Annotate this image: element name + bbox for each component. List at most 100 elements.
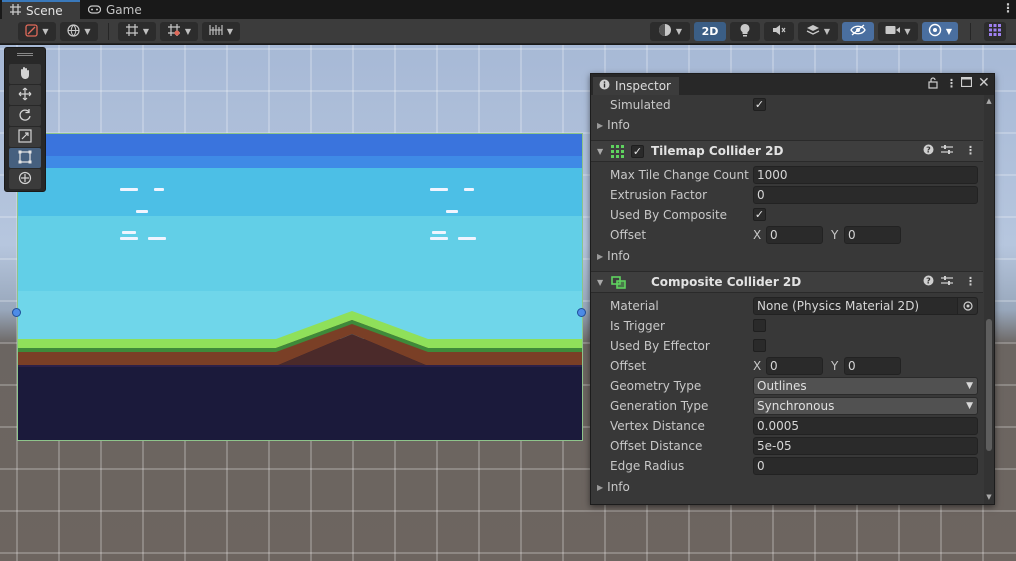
- close-icon[interactable]: ✕: [978, 75, 990, 91]
- simulated-label: Simulated: [610, 98, 671, 112]
- offset-distance-field[interactable]: 5e-05: [753, 437, 978, 455]
- terrain-hill: [18, 311, 582, 367]
- tab-inspector[interactable]: Inspector: [593, 77, 679, 95]
- svg-text:?: ?: [926, 146, 931, 155]
- hand-icon: [18, 66, 32, 83]
- lighting-button[interactable]: [730, 22, 760, 41]
- help-icon[interactable]: ?: [923, 275, 934, 289]
- scene-visibility-button[interactable]: [842, 22, 874, 41]
- help-icon[interactable]: ?: [923, 144, 934, 158]
- generation-type-row: Generation Type Synchronous ▼: [591, 396, 983, 416]
- edge-radius-field[interactable]: 0: [753, 457, 978, 475]
- tab-menu-icon[interactable]: ⋮: [1002, 0, 1014, 19]
- object-picker-icon[interactable]: [957, 298, 977, 314]
- component-menu-icon[interactable]: ⋮: [965, 275, 976, 288]
- edge-radius-label: Edge Radius: [610, 459, 685, 473]
- scrollbar-thumb[interactable]: [986, 319, 992, 451]
- tab-scene[interactable]: Scene: [2, 0, 80, 19]
- simulated-checkbox[interactable]: ✓: [753, 98, 766, 111]
- move-icon: [18, 87, 32, 104]
- rect-transform-icon: [18, 150, 32, 167]
- generation-type-label: Generation Type: [610, 399, 709, 413]
- bounds-handle-left[interactable]: [12, 308, 21, 317]
- composite-info-foldout[interactable]: ▶ Info: [591, 477, 983, 497]
- tilemap-collider-header[interactable]: ▼ ✓ Tilemap Collider 2D ? ⋮: [591, 140, 983, 162]
- shading-mode-button[interactable]: ▼: [650, 22, 690, 41]
- chevron-down-icon: ▼: [142, 27, 150, 36]
- composite-collider-icon: [611, 276, 626, 292]
- inspector-scrollbar[interactable]: ▲ ▼: [984, 95, 994, 504]
- composite-info-label: ▶ Info: [597, 480, 630, 494]
- transform-tool-button[interactable]: [9, 169, 41, 189]
- grid-visibility-button[interactable]: ▼: [160, 22, 198, 41]
- geometry-type-value: Outlines: [757, 379, 807, 393]
- mode-2d-button[interactable]: 2D: [694, 22, 726, 41]
- lock-icon[interactable]: [928, 77, 938, 92]
- svg-text:?: ?: [926, 277, 931, 286]
- gizmo-draw-mode-button[interactable]: ▼: [18, 22, 56, 41]
- caret-right-icon: ▶: [597, 252, 604, 261]
- overlay-menu-button[interactable]: [984, 22, 1006, 41]
- maximize-icon[interactable]: [960, 76, 973, 90]
- gizmos-button[interactable]: ▼: [922, 22, 958, 41]
- used-by-effector-row: Used By Effector: [591, 336, 983, 356]
- caret-right-icon: ▶: [597, 483, 604, 492]
- drag-handle-icon[interactable]: [17, 53, 33, 56]
- hand-tool-button[interactable]: [9, 64, 41, 84]
- scale-tool-button[interactable]: [9, 127, 41, 147]
- component-menu-icon[interactable]: ⋮: [965, 144, 976, 157]
- rect-tool-button[interactable]: [9, 148, 41, 168]
- tilemap-collider-title: Tilemap Collider 2D: [651, 144, 784, 158]
- info-foldout[interactable]: ▶ Info: [591, 115, 983, 135]
- chevron-down-icon: ▼: [226, 27, 234, 36]
- scene-grid-icon: [10, 3, 21, 18]
- shading-mode-icon: [658, 23, 672, 40]
- composite-offset-row: Offset X 0 Y 0: [591, 356, 983, 376]
- material-row: Material None (Physics Material 2D): [591, 296, 983, 316]
- material-label: Material: [610, 299, 659, 313]
- composite-offset-y-field[interactable]: 0: [844, 357, 901, 375]
- simulated-row: Simulated ✓: [591, 95, 983, 115]
- used-by-composite-checkbox[interactable]: ✓: [753, 208, 766, 221]
- generation-type-value: Synchronous: [757, 399, 835, 413]
- camera-button[interactable]: ▼: [878, 22, 918, 41]
- rotate-tool-button[interactable]: [9, 106, 41, 126]
- composite-collider-header[interactable]: ▼ Composite Collider 2D ? ⋮: [591, 271, 983, 293]
- tilemap-offset-y-field[interactable]: 0: [844, 226, 901, 244]
- tab-game[interactable]: Game: [80, 0, 150, 19]
- audio-mute-button[interactable]: [764, 22, 794, 41]
- vertex-distance-label: Vertex Distance: [610, 419, 705, 433]
- more-options-icon[interactable]: ⋮: [946, 77, 957, 90]
- max-tile-change-count-field[interactable]: 1000: [753, 166, 978, 184]
- generation-type-dropdown[interactable]: Synchronous ▼: [753, 397, 978, 415]
- vertex-distance-field[interactable]: 0.0005: [753, 417, 978, 435]
- scroll-down-icon[interactable]: ▼: [984, 493, 994, 501]
- extrusion-factor-field[interactable]: 0: [753, 186, 978, 204]
- tilemap-offset-y-label: Y: [831, 228, 839, 242]
- preset-icon[interactable]: [941, 144, 953, 158]
- preset-icon[interactable]: [941, 275, 953, 289]
- composite-offset-x-field[interactable]: 0: [766, 357, 823, 375]
- material-object-field[interactable]: None (Physics Material 2D): [753, 297, 978, 315]
- max-tile-change-count-row: Max Tile Change Count 1000: [591, 165, 983, 185]
- tilemap-info-foldout[interactable]: ▶ Info: [591, 246, 983, 266]
- extrusion-factor-row: Extrusion Factor 0: [591, 185, 983, 205]
- global-local-icon: [67, 23, 81, 40]
- is-trigger-checkbox[interactable]: [753, 319, 766, 332]
- grid-snap-button[interactable]: ▼: [118, 22, 156, 41]
- offset-distance-label: Offset Distance: [610, 439, 703, 453]
- tools-overlay: [4, 47, 46, 192]
- geometry-type-dropdown[interactable]: Outlines ▼: [753, 377, 978, 395]
- move-tool-button[interactable]: [9, 85, 41, 105]
- used-by-effector-checkbox[interactable]: [753, 339, 766, 352]
- effects-button[interactable]: ▼: [798, 22, 838, 41]
- tilemap-collider-enabled-checkbox[interactable]: ✓: [631, 145, 644, 158]
- global-local-button[interactable]: ▼: [60, 22, 98, 41]
- inspector-title: Inspector: [615, 79, 671, 93]
- inspector-header: Inspector ⋮ ✕: [591, 74, 994, 95]
- increment-snap-button[interactable]: ▼: [202, 22, 240, 41]
- edge-radius-row: Edge Radius 0: [591, 456, 983, 476]
- tilemap-offset-x-field[interactable]: 0: [766, 226, 823, 244]
- scroll-up-icon[interactable]: ▲: [984, 97, 994, 105]
- bounds-handle-right[interactable]: [577, 308, 586, 317]
